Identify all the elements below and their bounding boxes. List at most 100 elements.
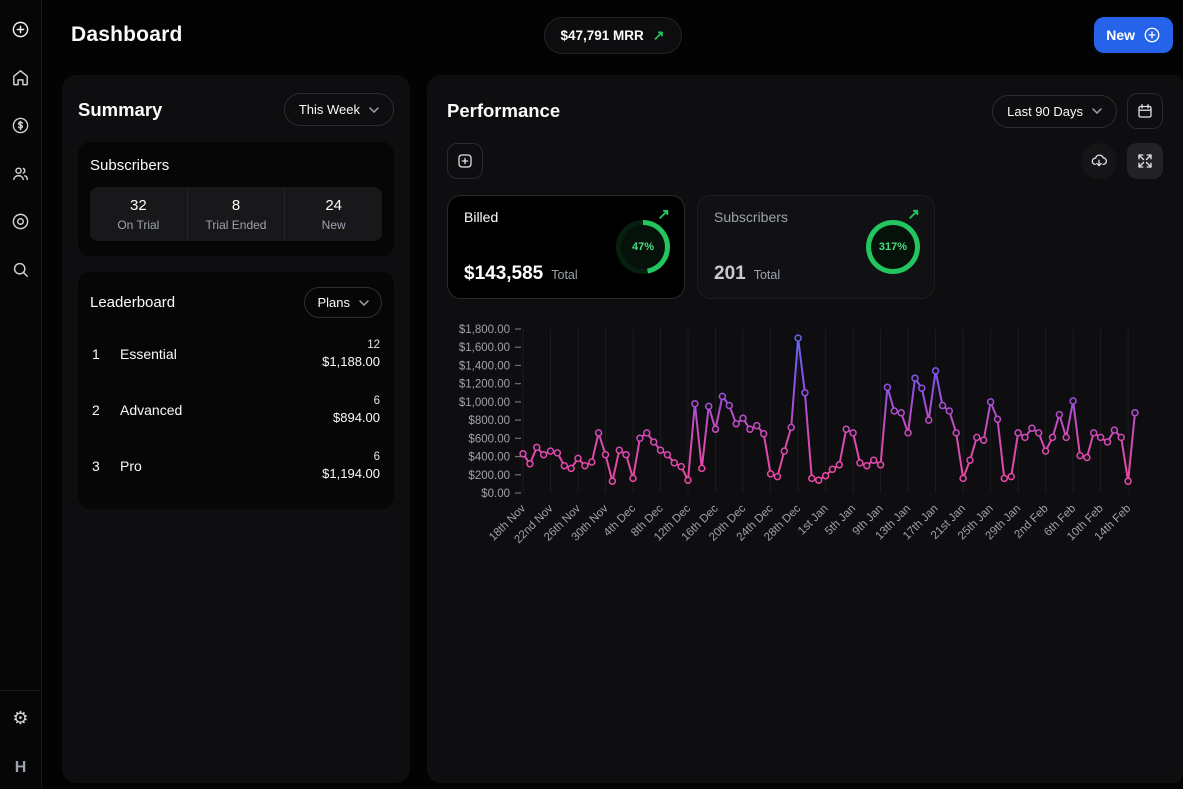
users-icon bbox=[13, 166, 28, 180]
performance-panel: Performance Last 90 Days Billed ↗ $143,5… bbox=[427, 75, 1183, 783]
sidebar-item-goals[interactable] bbox=[8, 208, 34, 234]
stat-new: 24 New bbox=[285, 187, 382, 241]
row-metrics: 12 $1,188.00 bbox=[322, 339, 380, 369]
row-amount: $1,194.00 bbox=[322, 466, 380, 481]
sidebar-item-home[interactable] bbox=[8, 64, 34, 90]
leaderboard-card: Leaderboard Plans 1 Essential 12 $1,188.… bbox=[78, 272, 394, 509]
stat-label: New bbox=[321, 218, 346, 232]
search-icon bbox=[13, 262, 28, 277]
add-widget-button[interactable] bbox=[447, 143, 483, 179]
sidebar-item-search[interactable] bbox=[8, 256, 34, 282]
svg-text:$800.00: $800.00 bbox=[468, 415, 510, 427]
svg-text:$1,200.00: $1,200.00 bbox=[459, 379, 510, 391]
metric-card-billed[interactable]: Billed ↗ $143,585 Total 47% bbox=[447, 195, 685, 299]
svg-text:$1,600.00: $1,600.00 bbox=[459, 342, 510, 354]
home-icon bbox=[13, 69, 28, 85]
stat-trial-ended: 8 Trial Ended bbox=[188, 187, 286, 241]
leaderboard-filter-label: Plans bbox=[317, 295, 350, 310]
target-icon bbox=[12, 213, 29, 229]
progress-ring-label: 317% bbox=[871, 225, 915, 269]
calendar-icon bbox=[1138, 103, 1152, 118]
performance-period-label: Last 90 Days bbox=[1007, 103, 1083, 119]
chevron-down-icon bbox=[1092, 108, 1102, 114]
leaderboard-row[interactable]: 2 Advanced 6 $894.00 bbox=[90, 382, 382, 438]
row-plan-name: Pro bbox=[120, 458, 142, 474]
metric-suffix: Total bbox=[753, 268, 781, 282]
row-amount: $894.00 bbox=[333, 410, 380, 425]
mrr-badge[interactable]: $47,791 MRR ↗ bbox=[543, 16, 682, 54]
metric-cards: Billed ↗ $143,585 Total 47% Subscribers … bbox=[447, 195, 1163, 299]
leaderboard-title: Leaderboard bbox=[90, 294, 176, 311]
stat-value: 24 bbox=[325, 197, 343, 214]
leaderboard-rows: 1 Essential 12 $1,188.00 2 Advanced 6 $8… bbox=[90, 326, 382, 494]
new-button[interactable]: New bbox=[1094, 17, 1173, 53]
leaderboard-row[interactable]: 1 Essential 12 $1,188.00 bbox=[90, 326, 382, 382]
chevron-down-icon bbox=[369, 106, 379, 113]
stat-value: 8 bbox=[231, 197, 241, 214]
subscribers-stats: 32 On Trial 8 Trial Ended 24 New bbox=[90, 187, 382, 241]
stat-value: 32 bbox=[129, 197, 147, 214]
row-plan-name: Essential bbox=[120, 346, 177, 362]
summary-period-label: This Week bbox=[298, 102, 360, 117]
summary-panel: Summary This Week Subscribers 32 On Tria… bbox=[62, 75, 410, 783]
performance-title: Performance bbox=[447, 100, 561, 121]
plus-circle-icon bbox=[1144, 27, 1160, 43]
summary-title: Summary bbox=[78, 98, 163, 120]
metric-card-subscribers[interactable]: Subscribers ↗ 201 Total 317% bbox=[697, 195, 935, 299]
subscribers-card-title: Subscribers bbox=[90, 157, 170, 174]
stat-label: Trial Ended bbox=[205, 218, 267, 232]
trend-up-icon: ↗ bbox=[907, 206, 920, 223]
row-metrics: 6 $894.00 bbox=[333, 395, 380, 425]
sidebar-item-billing[interactable] bbox=[8, 112, 34, 138]
subscribers-card: Subscribers 32 On Trial 8 Trial Ended 24… bbox=[78, 142, 394, 256]
metric-value: $143,585 bbox=[464, 263, 544, 284]
performance-period-dropdown[interactable]: Last 90 Days bbox=[992, 94, 1117, 128]
svg-text:$600.00: $600.00 bbox=[468, 433, 510, 445]
svg-text:$0.00: $0.00 bbox=[481, 488, 510, 500]
metric-value: 201 bbox=[714, 263, 746, 284]
expand-icon bbox=[1138, 154, 1152, 168]
add-circle-icon bbox=[12, 21, 29, 37]
gear-icon: ⚙ bbox=[12, 708, 29, 728]
sidebar-item-customers[interactable] bbox=[8, 160, 34, 186]
row-amount: $1,188.00 bbox=[322, 354, 380, 369]
download-button[interactable] bbox=[1081, 143, 1117, 179]
sidebar-bottom: ⚙ H bbox=[0, 690, 41, 777]
sidebar: ⚙ H bbox=[0, 0, 42, 789]
calendar-button[interactable] bbox=[1127, 93, 1163, 129]
dollar-circle-icon bbox=[12, 117, 29, 133]
row-rank: 1 bbox=[92, 346, 100, 362]
page-title: Dashboard bbox=[71, 23, 183, 46]
svg-text:$400.00: $400.00 bbox=[468, 452, 510, 464]
trend-up-icon: ↗ bbox=[657, 206, 670, 223]
metric-suffix: Total bbox=[551, 268, 578, 282]
performance-chart: 18th Nov22nd Nov26th Nov30th Nov4th Dec8… bbox=[459, 324, 1139, 546]
svg-text:$1,400.00: $1,400.00 bbox=[459, 360, 510, 372]
trend-up-icon: ↗ bbox=[652, 26, 665, 43]
chevron-down-icon bbox=[359, 299, 369, 306]
app-shell: Dashboard $47,791 MRR ↗ New Summary This… bbox=[42, 0, 1183, 789]
leaderboard-row[interactable]: 3 Pro 6 $1,194.00 bbox=[90, 438, 382, 494]
row-count: 6 bbox=[373, 395, 380, 407]
svg-text:$200.00: $200.00 bbox=[468, 470, 510, 482]
plus-square-icon bbox=[458, 154, 472, 168]
expand-button[interactable] bbox=[1127, 143, 1163, 179]
sidebar-item-settings[interactable]: ⚙ bbox=[8, 705, 34, 731]
avatar[interactable]: H bbox=[15, 759, 27, 777]
stat-label: On Trial bbox=[117, 218, 160, 232]
summary-period-dropdown[interactable]: This Week bbox=[283, 93, 394, 126]
progress-ring: 317% bbox=[866, 220, 920, 274]
new-button-label: New bbox=[1106, 27, 1135, 43]
chart-area: 18th Nov 22nd Nov 26th Nov 30th Nov 4th Dec 8… bbox=[447, 317, 1163, 579]
row-count: 12 bbox=[367, 339, 380, 351]
performance-toolbar bbox=[447, 143, 1163, 179]
leaderboard-filter-dropdown[interactable]: Plans bbox=[304, 287, 382, 318]
sidebar-add-button[interactable] bbox=[8, 16, 34, 42]
row-count: 6 bbox=[373, 451, 380, 463]
progress-ring-label: 47% bbox=[621, 225, 665, 269]
row-rank: 2 bbox=[92, 402, 100, 418]
header: Dashboard $47,791 MRR ↗ New bbox=[42, 0, 1183, 70]
row-metrics: 6 $1,194.00 bbox=[322, 451, 380, 481]
stat-on-trial: 32 On Trial bbox=[90, 187, 188, 241]
progress-ring: 47% bbox=[616, 220, 670, 274]
